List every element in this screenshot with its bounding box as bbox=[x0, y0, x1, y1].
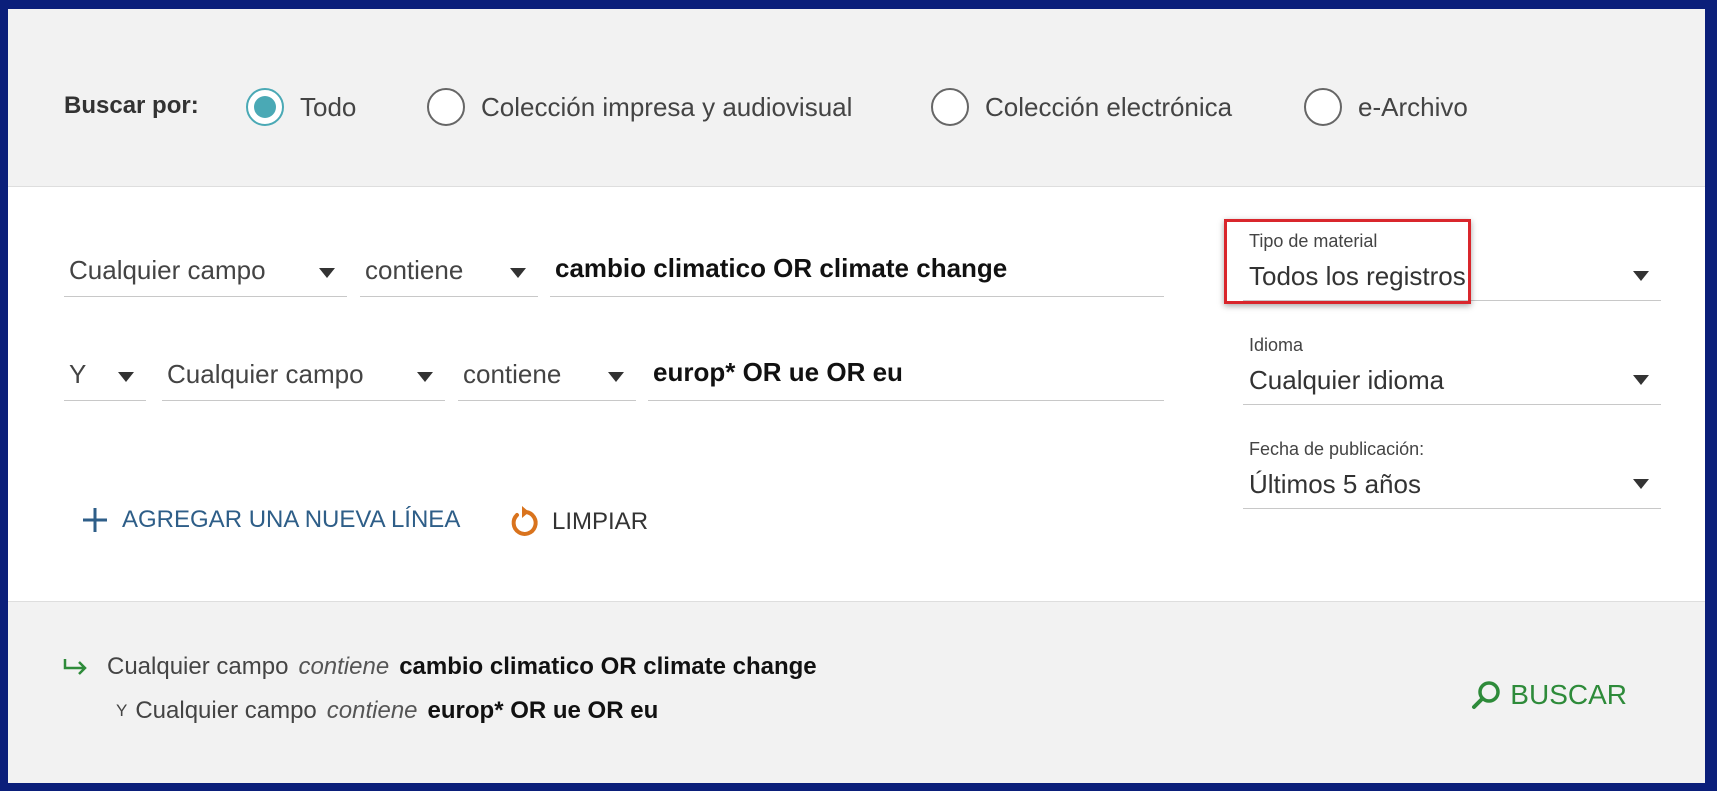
publication-date-select[interactable]: Fecha de publicación: Últimos 5 años bbox=[1243, 439, 1661, 509]
search-label: BUSCAR bbox=[1510, 679, 1627, 710]
dropdown-arrow-icon bbox=[417, 372, 433, 382]
line2-search-input[interactable]: europ* OR ue OR eu bbox=[648, 349, 1164, 401]
advanced-search-panel: Buscar por: Todo Colección impresa y aud… bbox=[8, 9, 1705, 783]
reset-icon bbox=[508, 505, 540, 539]
dropdown-arrow-icon bbox=[608, 372, 624, 382]
radio-e-archivo-label: e-Archivo bbox=[1358, 91, 1468, 122]
radio-e-archivo[interactable]: e-Archivo bbox=[1304, 88, 1468, 126]
line2-boolean-select[interactable]: Y bbox=[64, 351, 146, 401]
dropdown-arrow-icon bbox=[118, 372, 134, 382]
radio-coleccion-electronica[interactable]: Colección electrónica bbox=[931, 88, 1232, 126]
search-button[interactable]: BUSCAR bbox=[1470, 679, 1627, 711]
summary-operator: contiene bbox=[298, 653, 390, 680]
line2-operator-select[interactable]: contiene bbox=[458, 351, 636, 401]
clear-button[interactable]: LIMPIAR bbox=[508, 505, 648, 539]
summary-field: Cualquier campo bbox=[135, 697, 317, 724]
line1-field-select[interactable]: Cualquier campo bbox=[64, 247, 347, 297]
language-select[interactable]: Idioma Cualquier idioma bbox=[1243, 335, 1661, 405]
line1-search-input[interactable]: cambio climatico OR climate change bbox=[550, 245, 1164, 297]
search-icon bbox=[1470, 679, 1502, 711]
radio-selected-icon bbox=[246, 88, 284, 126]
publication-date-label: Fecha de publicación: bbox=[1249, 439, 1425, 459]
search-by-label: Buscar por: bbox=[64, 92, 199, 119]
line2-field-select[interactable]: Cualquier campo bbox=[162, 351, 445, 401]
dropdown-arrow-icon bbox=[510, 268, 526, 278]
language-label: Idioma bbox=[1249, 335, 1304, 355]
radio-unselected-icon bbox=[427, 88, 465, 126]
radio-coleccion-impresa-label: Colección impresa y audiovisual bbox=[481, 91, 853, 122]
summary-line-1: Cualquier campo contiene cambio climatic… bbox=[63, 653, 817, 681]
summary-value: cambio climatico OR climate change bbox=[399, 653, 817, 680]
material-type-select[interactable]: Tipo de material Todos los registros bbox=[1243, 231, 1661, 301]
dropdown-arrow-icon bbox=[319, 268, 335, 278]
radio-coleccion-impresa[interactable]: Colección impresa y audiovisual bbox=[427, 88, 852, 126]
arrow-return-icon bbox=[63, 658, 89, 676]
material-type-label: Tipo de material bbox=[1249, 231, 1378, 251]
radio-unselected-icon bbox=[1304, 88, 1342, 126]
radio-coleccion-electronica-label: Colección electrónica bbox=[985, 91, 1233, 122]
summary-operator: contiene bbox=[326, 697, 418, 724]
clear-label: LIMPIAR bbox=[552, 508, 649, 535]
add-line-label: AGREGAR UNA NUEVA LÍNEA bbox=[122, 506, 461, 533]
search-scope-bar: Buscar por: Todo Colección impresa y aud… bbox=[8, 9, 1705, 187]
summary-field: Cualquier campo bbox=[107, 653, 289, 680]
dropdown-arrow-icon bbox=[1633, 271, 1649, 281]
radio-todo-label: Todo bbox=[300, 91, 357, 122]
summary-value: europ* OR ue OR eu bbox=[427, 697, 659, 724]
dropdown-arrow-icon bbox=[1633, 479, 1649, 489]
radio-todo[interactable]: Todo bbox=[246, 88, 356, 126]
dropdown-arrow-icon bbox=[1633, 375, 1649, 385]
plus-icon bbox=[80, 505, 110, 535]
line1-operator-select[interactable]: contiene bbox=[360, 247, 538, 297]
summary-boolean: Y bbox=[116, 701, 128, 720]
add-line-button[interactable]: AGREGAR UNA NUEVA LÍNEA bbox=[80, 505, 460, 535]
query-summary-bar bbox=[8, 601, 1705, 783]
radio-unselected-icon bbox=[931, 88, 969, 126]
summary-line-2: Y Cualquier campo contiene europ* OR ue … bbox=[116, 697, 658, 725]
